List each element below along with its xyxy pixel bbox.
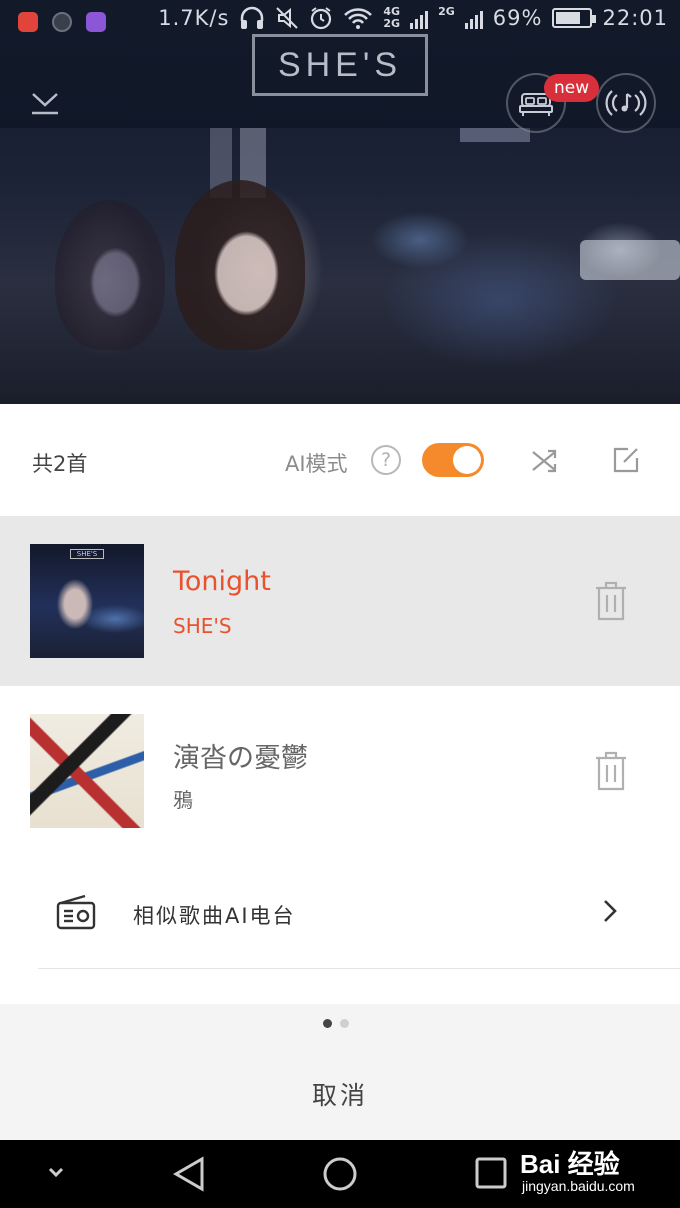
song-row-tonight[interactable]: SHE'S Tonight SHE'S (0, 516, 680, 686)
playlist-sheet: 共2首 AI模式 ? SHE'S Tonight SHE'S 演沓の憂鬱 鴉 相… (0, 404, 680, 1140)
shuffle-icon[interactable] (530, 446, 558, 474)
page-dot (340, 1019, 349, 1028)
radio-icon (56, 894, 96, 930)
collapse-chevron-icon[interactable] (30, 90, 60, 116)
song-artist: SHE'S (173, 614, 232, 638)
app-notification-icon (52, 12, 72, 32)
toggle-knob (453, 446, 481, 474)
cancel-button[interactable]: 取消 (0, 1054, 680, 1134)
art-detail (460, 128, 530, 142)
art-figure-shadow (55, 200, 165, 350)
art-figure (175, 180, 305, 350)
broadcast-button[interactable] (596, 73, 656, 133)
playlist-header: 共2首 AI模式 ? (0, 404, 680, 516)
navigation-bar: Bai 经验 jingyan.baidu.com (0, 1140, 680, 1208)
battery-percent: 69% (492, 6, 543, 30)
cover-logo: SHE'S (70, 549, 104, 559)
artist-logo: SHE'S (252, 34, 428, 96)
battery-icon (552, 8, 597, 28)
headphones-icon (241, 6, 264, 29)
song-artist: 鴉 (173, 788, 193, 812)
delete-trash-icon[interactable] (594, 580, 628, 622)
similar-songs-radio-row[interactable]: 相似歌曲AI电台 (0, 860, 680, 970)
wifi-icon (344, 8, 373, 29)
album-cover (30, 714, 144, 828)
ai-mode-toggle[interactable] (422, 443, 484, 477)
edit-icon[interactable] (612, 446, 640, 474)
network-speed: 1.7K/s (158, 6, 230, 30)
signal-strength-icon (410, 7, 429, 29)
music-broadcast-icon (605, 90, 647, 116)
song-title: Tonight (173, 566, 271, 597)
delete-trash-icon[interactable] (594, 750, 628, 792)
page-indicator (323, 1019, 349, 1028)
recent-apps-icon[interactable] (474, 1154, 508, 1190)
back-icon[interactable] (170, 1154, 210, 1194)
art-detail (580, 240, 680, 280)
song-row-2[interactable]: 演沓の憂鬱 鴉 (0, 686, 680, 856)
ai-mode-label: AI模式 (285, 452, 348, 476)
sheet-footer: 取消 (0, 1004, 680, 1140)
help-icon[interactable]: ? (371, 445, 401, 475)
hide-navbar-icon[interactable] (44, 1160, 68, 1184)
page-dot-active (323, 1019, 332, 1028)
signal-strength-icon (464, 7, 483, 29)
watermark-url: jingyan.baidu.com (522, 1178, 635, 1194)
home-icon[interactable] (320, 1154, 360, 1194)
alarm-icon (311, 7, 332, 30)
album-cover: SHE'S (30, 544, 144, 658)
chevron-right-icon (604, 900, 617, 922)
clock: 22:01 (602, 6, 668, 30)
radio-label: 相似歌曲AI电台 (133, 904, 296, 928)
app-notification-icon (18, 12, 38, 32)
new-badge: new (544, 74, 600, 102)
divider (38, 968, 680, 969)
song-title: 演沓の憂鬱 (173, 743, 308, 774)
watermark-brand: Bai 经验 (520, 1149, 620, 1179)
mute-icon (276, 7, 299, 29)
app-notification-icon (86, 12, 106, 32)
song-count: 共2首 (32, 452, 88, 476)
network-type-label: 2G (383, 17, 401, 30)
